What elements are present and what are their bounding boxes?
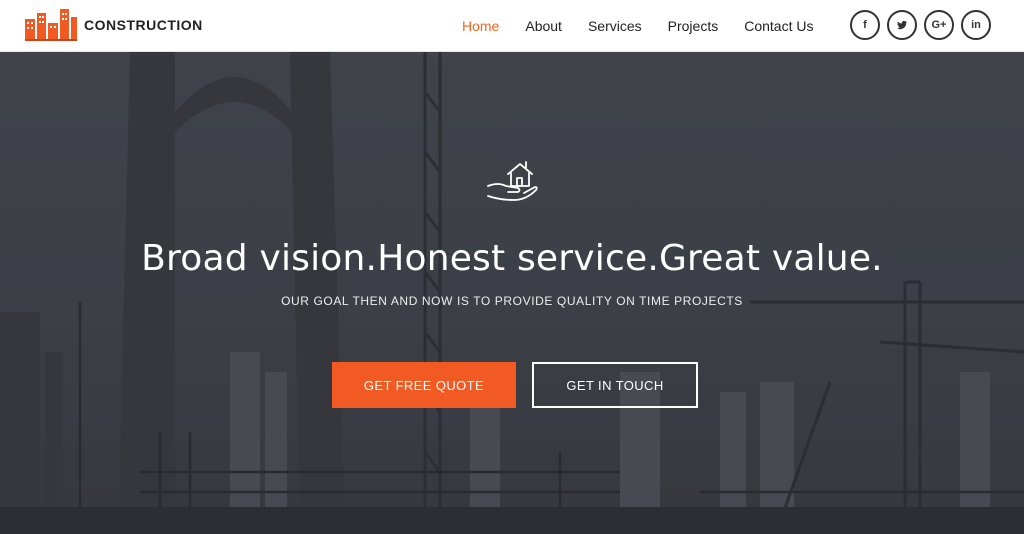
building-logo-icon — [25, 9, 77, 41]
hero-headline: Broad vision.Honest service.Great value. — [141, 238, 883, 279]
google-plus-icon[interactable]: G+ — [924, 10, 954, 40]
facebook-icon[interactable]: f — [850, 10, 880, 40]
get-free-quote-button[interactable]: GET FREE QUOTE — [332, 362, 516, 408]
nav-projects[interactable]: Projects — [668, 18, 719, 34]
social-links: f G+ in — [850, 10, 998, 40]
hero-overlay — [0, 52, 1024, 534]
hero-subline: OUR GOAL THEN AND NOW IS TO PROVIDE QUAL… — [281, 294, 743, 308]
nav-contact-us[interactable]: Contact Us — [744, 18, 813, 34]
site-header: CONSTRUCTION Home About Services Project… — [0, 0, 1024, 52]
hand-house-icon — [487, 161, 538, 201]
logo[interactable]: CONSTRUCTION — [25, 9, 203, 41]
hero-section: Broad vision.Honest service.Great value.… — [0, 52, 1024, 534]
main-nav: Home About Services Projects Contact Us — [462, 0, 839, 52]
logo-text: CONSTRUCTION — [84, 17, 203, 33]
nav-services[interactable]: Services — [588, 18, 642, 34]
linkedin-icon[interactable]: in — [961, 10, 991, 40]
nav-about[interactable]: About — [525, 18, 562, 34]
nav-home[interactable]: Home — [462, 18, 499, 34]
get-in-touch-button[interactable]: GET IN TOUCH — [532, 362, 698, 408]
twitter-icon[interactable] — [887, 10, 917, 40]
